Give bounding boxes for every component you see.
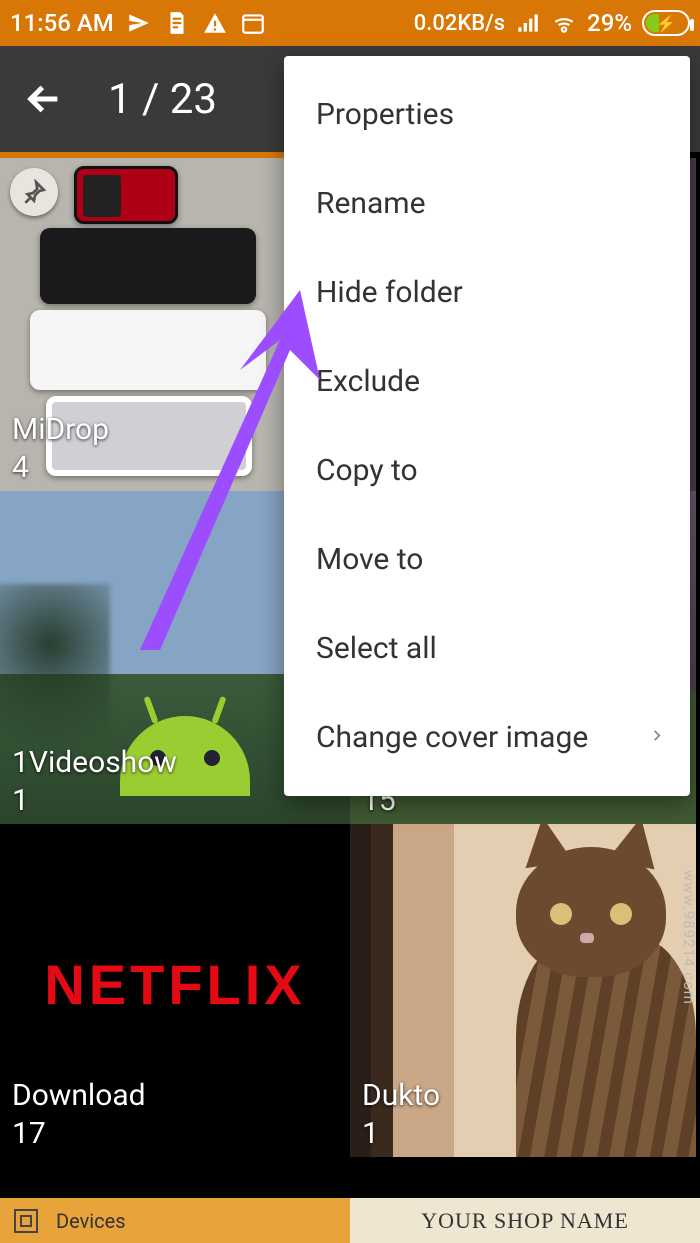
menu-item-copy-to[interactable]: Copy to bbox=[284, 426, 690, 515]
cell-signal-icon bbox=[515, 10, 541, 36]
bottom-tab-devices[interactable]: Devices bbox=[0, 1198, 350, 1243]
wifi-icon bbox=[551, 10, 577, 36]
menu-label: Change cover image bbox=[316, 720, 588, 755]
album-name: Dukto bbox=[362, 1078, 440, 1113]
net-speed: 0.02KB/s bbox=[414, 11, 505, 36]
status-bar-right: 0.02KB/s 29% ⚡ bbox=[414, 9, 690, 37]
thumb-phone bbox=[40, 228, 256, 304]
menu-item-hide-folder[interactable]: Hide folder bbox=[284, 248, 690, 337]
screen: 11:56 AM 0.02KB/s 29% ⚡ 1 / 23 bbox=[0, 0, 700, 1243]
warning-icon bbox=[202, 10, 228, 36]
album-count: 1 bbox=[362, 1116, 379, 1151]
menu-item-move-to[interactable]: Move to bbox=[284, 515, 690, 604]
back-button[interactable] bbox=[20, 75, 68, 123]
status-time: 11:56 AM bbox=[10, 9, 114, 37]
watermark: www.989214.com bbox=[680, 870, 698, 1005]
status-bar: 11:56 AM 0.02KB/s 29% ⚡ bbox=[0, 0, 700, 46]
thumb-phone bbox=[30, 310, 266, 390]
context-menu: Properties Rename Hide folder Exclude Co… bbox=[284, 56, 690, 796]
charging-icon: ⚡ bbox=[644, 12, 688, 34]
menu-item-rename[interactable]: Rename bbox=[284, 159, 690, 248]
album-download[interactable]: NETFLIX Download 17 bbox=[0, 824, 350, 1157]
thumb-cat bbox=[456, 857, 696, 1157]
devices-icon bbox=[14, 1209, 38, 1233]
menu-label: Copy to bbox=[316, 453, 418, 488]
netflix-logo: NETFLIX bbox=[44, 952, 305, 1017]
album-name: 1Videoshow bbox=[12, 745, 177, 780]
send-icon bbox=[126, 10, 152, 36]
menu-item-properties[interactable]: Properties bbox=[284, 70, 690, 159]
menu-label: Select all bbox=[316, 631, 437, 666]
calendar-icon bbox=[240, 10, 266, 36]
battery-percent: 29% bbox=[587, 9, 632, 37]
menu-label: Exclude bbox=[316, 364, 420, 399]
menu-label: Properties bbox=[316, 97, 454, 132]
bottom-bar: Devices YOUR SHOP NAME bbox=[0, 1198, 700, 1243]
status-bar-left: 11:56 AM bbox=[10, 9, 266, 37]
album-count: 1 bbox=[12, 783, 29, 818]
menu-label: Move to bbox=[316, 542, 423, 577]
document-icon bbox=[164, 10, 190, 36]
chevron-right-icon bbox=[650, 720, 664, 755]
battery-icon: ⚡ bbox=[642, 10, 690, 36]
pin-icon bbox=[10, 168, 58, 216]
menu-label: Rename bbox=[316, 186, 426, 221]
album-dukto[interactable]: Dukto 1 bbox=[350, 824, 696, 1157]
album-count: 17 bbox=[12, 1116, 46, 1151]
menu-item-select-all[interactable]: Select all bbox=[284, 604, 690, 693]
banner-text: YOUR SHOP NAME bbox=[421, 1208, 629, 1234]
menu-item-exclude[interactable]: Exclude bbox=[284, 337, 690, 426]
thumb-phone bbox=[74, 166, 178, 224]
album-count: 4 bbox=[12, 450, 29, 485]
menu-item-change-cover[interactable]: Change cover image bbox=[284, 693, 690, 782]
bottom-tab-label: Devices bbox=[56, 1209, 126, 1233]
menu-label: Hide folder bbox=[316, 275, 463, 310]
selection-count: 1 / 23 bbox=[108, 75, 217, 124]
album-name: MiDrop bbox=[12, 412, 109, 447]
bottom-banner[interactable]: YOUR SHOP NAME bbox=[350, 1198, 700, 1243]
album-name: Download bbox=[12, 1078, 146, 1113]
